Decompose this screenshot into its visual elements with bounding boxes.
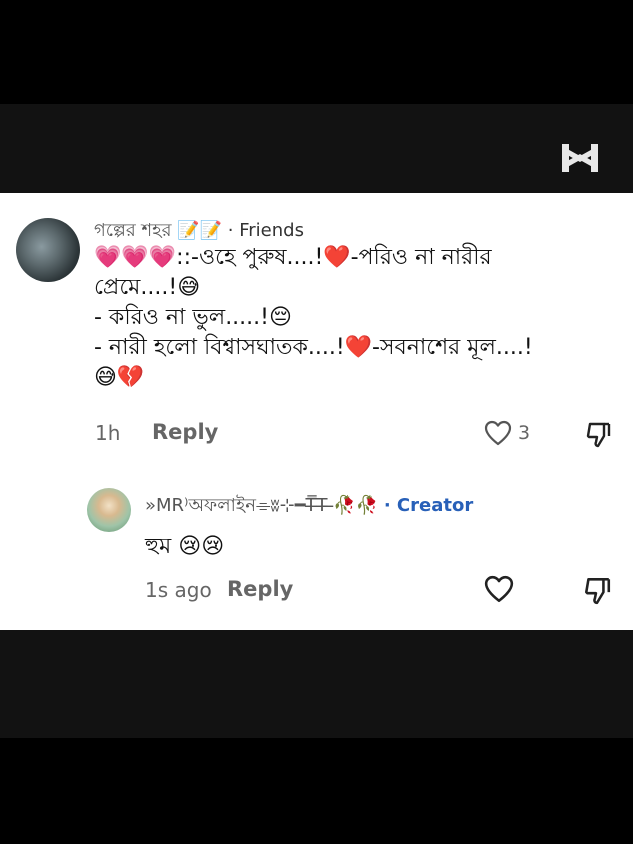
heart-icon[interactable]	[484, 420, 512, 446]
bottom-dark-band	[0, 630, 633, 738]
dislike-icon[interactable]	[582, 575, 612, 605]
username[interactable]: গল্পের শহর 📝📝	[94, 220, 222, 241]
creator-badge: · Creator	[383, 495, 474, 516]
reply-author[interactable]: »MR⁾অফলাইন⌯ʬ⊹━T̶̅̅T̶ ̶🥀🥀 · Creator	[145, 491, 473, 522]
dislike-icon[interactable]	[584, 420, 612, 448]
comment-text: 💗💗💗::-ওহে পুরুষ....!❤️-পরিও না নারীর প্র…	[94, 243, 614, 393]
friends-badge: · Friends	[227, 220, 304, 241]
comment-line: 😅💔	[94, 365, 145, 390]
reply-avatar[interactable]	[87, 488, 131, 532]
reply-button[interactable]: Reply	[152, 420, 218, 444]
comment-line: - নারী হলো বিশ্বাসঘাতক....!❤️-সবনাশের মূ…	[94, 335, 533, 360]
avatar[interactable]	[16, 218, 80, 282]
heart-icon[interactable]	[484, 575, 514, 603]
comment-line: - করিও না ভুল.....!😔	[94, 305, 292, 330]
comment-card: গল্পের শহর 📝📝 · Friends 💗💗💗::-ওহে পুরুষ.…	[0, 193, 633, 630]
comment-line: 💗💗💗::-ওহে পুরুষ....!❤️-পরিও না নারীর	[94, 245, 492, 270]
top-dark-band	[0, 104, 633, 194]
reply-username[interactable]: »MR⁾অফলাইন⌯ʬ⊹━T̶̅̅T̶ ̶🥀🥀	[145, 495, 378, 516]
comment-time: 1h	[95, 421, 121, 445]
like-count: 3	[518, 422, 531, 444]
reply-reply-button[interactable]: Reply	[227, 577, 293, 601]
comment-line: প্রেমে....!😅	[94, 275, 201, 300]
reply-time: 1s ago	[145, 578, 212, 602]
capcut-logo-icon	[562, 144, 598, 172]
reply-text: হুম 😢😢	[145, 534, 225, 559]
